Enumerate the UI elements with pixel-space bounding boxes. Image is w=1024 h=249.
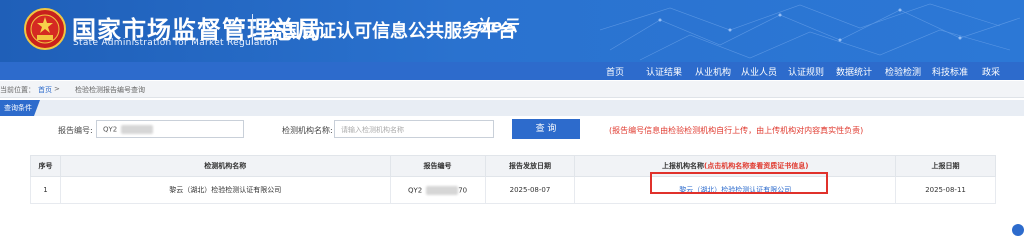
nav-item-institutions[interactable]: 从业机构	[695, 65, 731, 78]
breadcrumb-current: 检验检测报告编号查询	[75, 86, 145, 94]
report-no-suffix: 70	[458, 186, 468, 194]
cell-org-name: 黎云（湖北）检验检测认证有限公司	[59, 176, 391, 204]
nav-item-cert-rules[interactable]: 认证规则	[788, 65, 824, 78]
query-button[interactable]: 查 询	[512, 119, 580, 139]
floating-help-icon[interactable]	[1012, 224, 1024, 236]
col-header-seq: 序号	[30, 155, 61, 177]
query-conditions-tab: 查询条件	[0, 100, 40, 116]
redacted-mark	[426, 185, 459, 195]
report-no-input[interactable]: QY2	[96, 120, 244, 138]
header-divider	[252, 14, 253, 44]
main-nav: 首页 认证结果 从业机构 从业人员 认证规则 数据统计 检验检测 科技标准 政采	[0, 62, 1024, 80]
org-name-en: State Administration for Market Regulati…	[73, 38, 279, 48]
org-name-input[interactable]: 请输入检测机构名称	[334, 120, 494, 138]
nav-item-home[interactable]: 首页	[606, 65, 624, 78]
col-header-upload-date: 上报日期	[895, 155, 996, 177]
nav-item-statistics[interactable]: 数据统计	[836, 65, 872, 78]
cell-seq: 1	[30, 176, 61, 204]
page: 国家市场监督管理总局 State Administration for Mark…	[0, 0, 1024, 249]
upload-notice: (报告编号信息由检验检测机构自行上传，由上传机构对内容真实性负责)	[609, 126, 864, 135]
report-no-prefix: QY2	[407, 186, 423, 194]
nav-item-tech-standards[interactable]: 科技标准	[932, 65, 968, 78]
query-section-bar: 查询条件	[0, 100, 1024, 116]
breadcrumb-separator: >	[54, 85, 60, 93]
breadcrumb-label: 当前位置：	[0, 86, 35, 94]
header-decoration	[600, 3, 1021, 61]
highlight-box	[650, 172, 828, 194]
cell-upload-date: 2025-08-11	[895, 176, 996, 204]
platform-logo: 认e云	[475, 16, 518, 35]
uploader-header-note: (点击机构名称查看资质证书信息)	[704, 162, 809, 170]
report-no-label: 报告编号:	[58, 126, 93, 135]
col-header-org-name: 检测机构名称	[59, 155, 391, 177]
redacted-mark	[121, 125, 154, 134]
breadcrumb-home-link[interactable]: 首页	[38, 85, 52, 95]
nav-item-inspection[interactable]: 检验检测	[885, 65, 921, 78]
cell-report-no: QY2 70	[389, 176, 486, 204]
nav-item-cert-results[interactable]: 认证结果	[646, 65, 682, 78]
nav-item-personnel[interactable]: 从业人员	[741, 65, 777, 78]
col-header-report-no: 报告编号	[389, 155, 486, 177]
table-row: 1 黎云（湖北）检验检测认证有限公司 QY2 70 2025-08-07 黎云（湖…	[30, 176, 996, 204]
results-table: 序号 检测机构名称 报告编号 报告发放日期 上报机构名称(点击机构名称查看资质证…	[30, 155, 996, 204]
nav-item-procurement[interactable]: 政采	[982, 65, 1000, 78]
cell-issue-date: 2025-08-07	[484, 176, 576, 204]
breadcrumb: 当前位置： 首页 > 检验检测报告编号查询	[0, 81, 1024, 98]
col-header-issue-date: 报告发放日期	[484, 155, 576, 177]
table-header-row: 序号 检测机构名称 报告编号 报告发放日期 上报机构名称(点击机构名称查看资质证…	[30, 155, 996, 177]
org-name-label: 检测机构名称:	[282, 126, 333, 135]
national-emblem-icon	[24, 8, 66, 50]
uploader-header-text: 上报机构名称	[662, 162, 705, 170]
site-header: 国家市场监督管理总局 State Administration for Mark…	[0, 0, 1024, 62]
report-no-input-value: QY2	[103, 125, 118, 134]
